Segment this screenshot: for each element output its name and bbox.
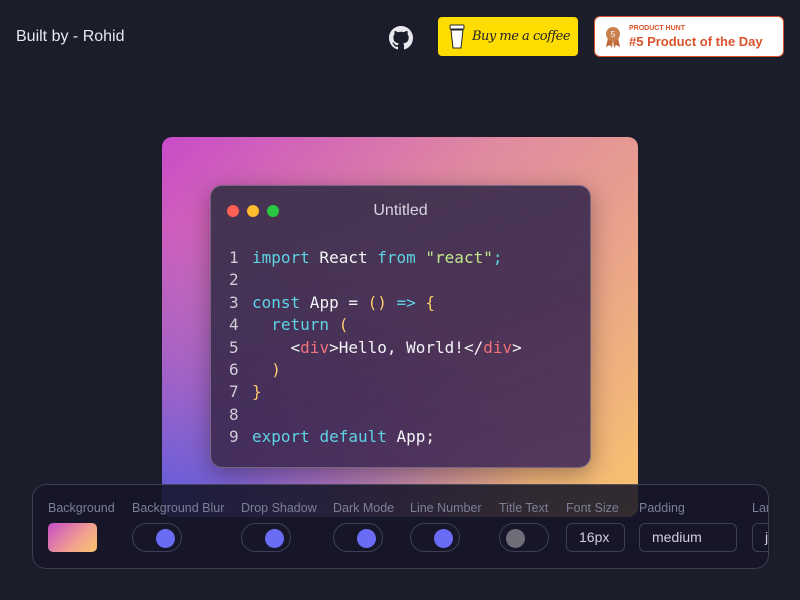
settings-toolbar: Background Background Blur Drop Shadow D… bbox=[32, 484, 769, 569]
product-hunt-label: PRODUCT HUNT bbox=[629, 24, 685, 32]
medal-icon: 5 bbox=[606, 26, 620, 48]
code-line: 9 export default App; bbox=[229, 426, 522, 448]
code-line: 2 bbox=[229, 269, 522, 291]
code-token: App = bbox=[300, 292, 368, 312]
shadow-control: Drop Shadow bbox=[241, 501, 317, 552]
line-number-label: Line Number bbox=[410, 501, 482, 515]
code-token: { bbox=[425, 292, 436, 312]
font-size-label: Font Size bbox=[566, 501, 619, 515]
code-token: div bbox=[300, 337, 330, 357]
padding-control: Padding medium bbox=[639, 501, 737, 552]
code-token: >Hello, World!</ bbox=[329, 337, 484, 357]
title-text-toggle[interactable] bbox=[499, 523, 549, 552]
blur-label: Background Blur bbox=[132, 501, 225, 515]
code-token: "react" bbox=[425, 248, 493, 267]
language-label: Language bbox=[752, 501, 768, 515]
background-control: Background bbox=[48, 501, 115, 552]
code-line: 3 const App = () => { bbox=[229, 292, 522, 314]
font-size-input[interactable]: 16px bbox=[566, 523, 625, 552]
font-size-control: Font Size 16px bbox=[566, 501, 625, 552]
code-token: } bbox=[252, 382, 262, 402]
blur-control: Background Blur bbox=[132, 501, 224, 552]
blur-toggle[interactable] bbox=[132, 523, 182, 552]
shadow-label: Drop Shadow bbox=[241, 501, 317, 515]
background-swatch[interactable] bbox=[48, 523, 97, 552]
line-number: 2 bbox=[229, 270, 239, 290]
line-number: 9 bbox=[229, 427, 239, 447]
line-number: 8 bbox=[229, 404, 239, 424]
padding-label: Padding bbox=[639, 501, 685, 515]
title-text-control: Title Text bbox=[499, 501, 549, 552]
buy-me-a-coffee-label: Buy me a coffee bbox=[472, 29, 571, 44]
title-text-label: Title Text bbox=[499, 501, 549, 515]
code-line: 7} bbox=[229, 381, 522, 403]
dark-mode-label: Dark Mode bbox=[333, 501, 395, 515]
svg-text:5: 5 bbox=[611, 30, 616, 39]
line-number: 4 bbox=[229, 315, 239, 335]
background-label: Background bbox=[48, 501, 115, 515]
code-token: const bbox=[252, 292, 301, 312]
padding-select[interactable]: medium bbox=[639, 523, 737, 552]
toggle-knob bbox=[434, 529, 453, 548]
code-token: React bbox=[309, 248, 378, 267]
shadow-toggle[interactable] bbox=[241, 523, 291, 552]
dark-mode-toggle[interactable] bbox=[333, 523, 383, 552]
code-token: return bbox=[271, 315, 330, 335]
code-token: from bbox=[377, 248, 416, 267]
code-token: export bbox=[252, 427, 310, 447]
line-number: 1 bbox=[229, 248, 239, 267]
toggle-knob bbox=[265, 529, 284, 548]
code-line: 1 import React from "react"; bbox=[229, 247, 522, 269]
line-number: 7 bbox=[229, 382, 239, 402]
code-window: Untitled 1 import React from "react"; 2 3 co… bbox=[210, 185, 591, 468]
code-line: 4 return ( bbox=[229, 314, 522, 336]
code-token: => bbox=[396, 292, 416, 312]
header-built-by[interactable]: Built by - Rohid bbox=[16, 28, 125, 46]
github-icon[interactable] bbox=[389, 26, 413, 50]
code-line: 6 ) bbox=[229, 359, 522, 381]
line-number: 3 bbox=[229, 292, 239, 312]
window-title[interactable]: Untitled bbox=[211, 202, 590, 220]
code-line: 5 <div>Hello, World!</div> bbox=[229, 337, 522, 359]
code-editor[interactable]: 1 import React from "react"; 2 3 const App =… bbox=[229, 247, 522, 449]
product-hunt-badge[interactable]: 5 PRODUCT HUNT #5 Product of the Day bbox=[594, 16, 784, 57]
code-token: () bbox=[367, 292, 387, 312]
code-token: < bbox=[252, 337, 301, 357]
line-number: 6 bbox=[229, 360, 239, 380]
language-control: Language javascript bbox=[752, 501, 768, 552]
code-token: ) bbox=[271, 360, 281, 380]
code-token: div bbox=[483, 337, 513, 357]
code-token: default bbox=[319, 427, 387, 447]
code-line: 8 bbox=[229, 404, 522, 426]
coffee-cup-icon bbox=[449, 24, 465, 48]
code-token: ( bbox=[338, 315, 349, 335]
buy-me-a-coffee-button[interactable]: Buy me a coffee bbox=[438, 17, 578, 56]
toggle-knob bbox=[156, 529, 175, 548]
language-select[interactable]: javascript bbox=[752, 523, 768, 552]
dark-mode-control: Dark Mode bbox=[333, 501, 394, 552]
toggle-knob bbox=[357, 529, 376, 548]
code-token: App; bbox=[386, 427, 436, 447]
code-token: ; bbox=[492, 248, 503, 267]
product-hunt-rank: #5 Product of the Day bbox=[629, 33, 763, 49]
toggle-knob bbox=[506, 529, 525, 548]
line-number-toggle[interactable] bbox=[410, 523, 460, 552]
line-number: 5 bbox=[229, 337, 239, 357]
code-token: import bbox=[252, 248, 310, 267]
line-number-control: Line Number bbox=[410, 501, 482, 552]
code-token: > bbox=[512, 337, 522, 357]
